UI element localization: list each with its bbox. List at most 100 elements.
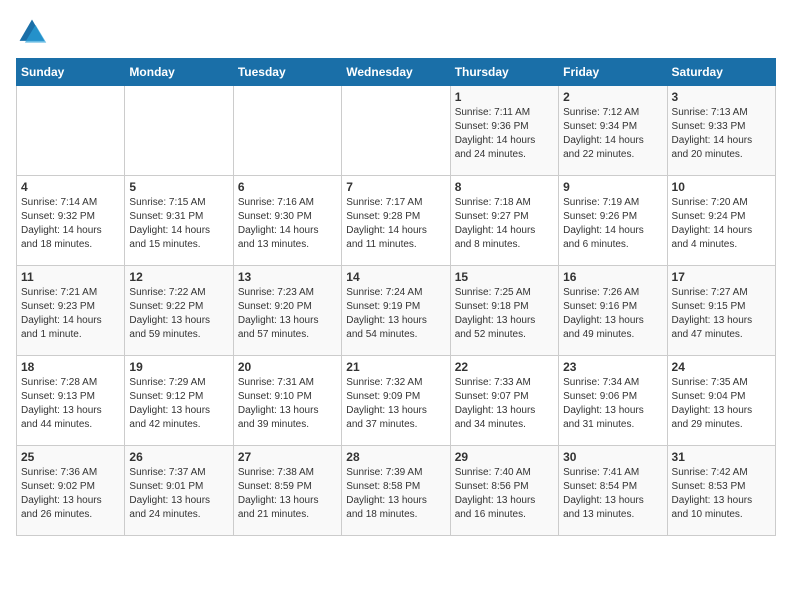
calendar-table: SundayMondayTuesdayWednesdayThursdayFrid… [16, 58, 776, 536]
day-number: 7 [346, 180, 445, 194]
calendar-day-cell: 1Sunrise: 7:11 AM Sunset: 9:36 PM Daylig… [450, 86, 558, 176]
day-number: 20 [238, 360, 337, 374]
day-content: Sunrise: 7:25 AM Sunset: 9:18 PM Dayligh… [455, 286, 554, 342]
day-content: Sunrise: 7:32 AM Sunset: 9:09 PM Dayligh… [346, 376, 445, 432]
column-header-saturday: Saturday [667, 59, 775, 86]
day-content: Sunrise: 7:41 AM Sunset: 8:54 PM Dayligh… [563, 466, 662, 522]
calendar-day-cell: 15 Sunrise: 7:25 AM Sunset: 9:18 PM Dayli… [450, 266, 558, 356]
day-content: Sunrise: 7:14 AM Sunset: 9:32 PM Dayligh… [21, 196, 120, 252]
day-content: Sunrise: 7:22 AM Sunset: 9:22 PM Dayligh… [129, 286, 228, 342]
column-header-thursday: Thursday [450, 59, 558, 86]
day-content: Sunrise: 7:11 AM Sunset: 9:36 PM Dayligh… [455, 106, 554, 162]
calendar-day-cell: 19 Sunrise: 7:29 AM Sunset: 9:12 PM Dayli… [125, 356, 233, 446]
logo [16, 16, 52, 48]
day-number: 27 [238, 450, 337, 464]
day-number: 4 [21, 180, 120, 194]
calendar-header-row: SundayMondayTuesdayWednesdayThursdayFrid… [17, 59, 776, 86]
calendar-day-cell: 12 Sunrise: 7:22 AM Sunset: 9:22 PM Dayli… [125, 266, 233, 356]
day-content: Sunrise: 7:38 AM Sunset: 8:59 PM Dayligh… [238, 466, 337, 522]
day-number: 11 [21, 270, 120, 284]
calendar-day-cell: 31 Sunrise: 7:42 AM Sunset: 8:53 PM Dayli… [667, 446, 775, 536]
day-number: 26 [129, 450, 228, 464]
day-content: Sunrise: 7:29 AM Sunset: 9:12 PM Dayligh… [129, 376, 228, 432]
column-header-tuesday: Tuesday [233, 59, 341, 86]
day-content: Sunrise: 7:26 AM Sunset: 9:16 PM Dayligh… [563, 286, 662, 342]
day-number: 18 [21, 360, 120, 374]
page-header [16, 16, 776, 48]
day-number: 5 [129, 180, 228, 194]
calendar-day-cell: 7 Sunrise: 7:17 AM Sunset: 9:28 PM Daylig… [342, 176, 450, 266]
day-content: Sunrise: 7:35 AM Sunset: 9:04 PM Dayligh… [672, 376, 771, 432]
day-content: Sunrise: 7:21 AM Sunset: 9:23 PM Dayligh… [21, 286, 120, 342]
calendar-day-cell [233, 86, 341, 176]
calendar-day-cell: 5 Sunrise: 7:15 AM Sunset: 9:31 PM Daylig… [125, 176, 233, 266]
calendar-day-cell: 18 Sunrise: 7:28 AM Sunset: 9:13 PM Dayli… [17, 356, 125, 446]
day-number: 14 [346, 270, 445, 284]
day-number: 10 [672, 180, 771, 194]
day-content: Sunrise: 7:34 AM Sunset: 9:06 PM Dayligh… [563, 376, 662, 432]
calendar-day-cell: 16 Sunrise: 7:26 AM Sunset: 9:16 PM Dayli… [559, 266, 667, 356]
day-number: 30 [563, 450, 662, 464]
day-number: 12 [129, 270, 228, 284]
calendar-day-cell: 17 Sunrise: 7:27 AM Sunset: 9:15 PM Dayli… [667, 266, 775, 356]
calendar-day-cell: 10 Sunrise: 7:20 AM Sunset: 9:24 PM Dayli… [667, 176, 775, 266]
day-number: 16 [563, 270, 662, 284]
calendar-week-row: 25 Sunrise: 7:36 AM Sunset: 9:02 PM Dayli… [17, 446, 776, 536]
day-content: Sunrise: 7:36 AM Sunset: 9:02 PM Dayligh… [21, 466, 120, 522]
day-content: Sunrise: 7:23 AM Sunset: 9:20 PM Dayligh… [238, 286, 337, 342]
day-content: Sunrise: 7:40 AM Sunset: 8:56 PM Dayligh… [455, 466, 554, 522]
day-number: 23 [563, 360, 662, 374]
calendar-day-cell: 6Sunrise: 7:16 AM Sunset: 9:30 PM Daylig… [233, 176, 341, 266]
day-number: 2 [563, 90, 662, 104]
calendar-week-row: 18 Sunrise: 7:28 AM Sunset: 9:13 PM Dayli… [17, 356, 776, 446]
calendar-day-cell: 28 Sunrise: 7:39 AM Sunset: 8:58 PM Dayli… [342, 446, 450, 536]
day-content: Sunrise: 7:39 AM Sunset: 8:58 PM Dayligh… [346, 466, 445, 522]
day-number: 21 [346, 360, 445, 374]
day-number: 9 [563, 180, 662, 194]
column-header-sunday: Sunday [17, 59, 125, 86]
day-content: Sunrise: 7:12 AM Sunset: 9:34 PM Dayligh… [563, 106, 662, 162]
calendar-day-cell: 26 Sunrise: 7:37 AM Sunset: 9:01 PM Dayli… [125, 446, 233, 536]
calendar-week-row: 1Sunrise: 7:11 AM Sunset: 9:36 PM Daylig… [17, 86, 776, 176]
day-content: Sunrise: 7:37 AM Sunset: 9:01 PM Dayligh… [129, 466, 228, 522]
calendar-day-cell: 23 Sunrise: 7:34 AM Sunset: 9:06 PM Dayli… [559, 356, 667, 446]
day-number: 17 [672, 270, 771, 284]
calendar-day-cell: 14 Sunrise: 7:24 AM Sunset: 9:19 PM Dayli… [342, 266, 450, 356]
calendar-day-cell: 30 Sunrise: 7:41 AM Sunset: 8:54 PM Dayli… [559, 446, 667, 536]
day-content: Sunrise: 7:15 AM Sunset: 9:31 PM Dayligh… [129, 196, 228, 252]
calendar-week-row: 11 Sunrise: 7:21 AM Sunset: 9:23 PM Dayli… [17, 266, 776, 356]
calendar-day-cell: 27 Sunrise: 7:38 AM Sunset: 8:59 PM Dayli… [233, 446, 341, 536]
calendar-week-row: 4 Sunrise: 7:14 AM Sunset: 9:32 PM Daylig… [17, 176, 776, 266]
column-header-friday: Friday [559, 59, 667, 86]
column-header-wednesday: Wednesday [342, 59, 450, 86]
calendar-day-cell: 25 Sunrise: 7:36 AM Sunset: 9:02 PM Dayli… [17, 446, 125, 536]
day-number: 15 [455, 270, 554, 284]
calendar-day-cell: 20 Sunrise: 7:31 AM Sunset: 9:10 PM Dayli… [233, 356, 341, 446]
calendar-day-cell: 8 Sunrise: 7:18 AM Sunset: 9:27 PM Daylig… [450, 176, 558, 266]
day-number: 13 [238, 270, 337, 284]
column-header-monday: Monday [125, 59, 233, 86]
calendar-day-cell [342, 86, 450, 176]
day-number: 25 [21, 450, 120, 464]
day-number: 28 [346, 450, 445, 464]
day-number: 31 [672, 450, 771, 464]
day-content: Sunrise: 7:27 AM Sunset: 9:15 PM Dayligh… [672, 286, 771, 342]
calendar-day-cell: 13 Sunrise: 7:23 AM Sunset: 9:20 PM Dayli… [233, 266, 341, 356]
calendar-day-cell: 11 Sunrise: 7:21 AM Sunset: 9:23 PM Dayli… [17, 266, 125, 356]
day-content: Sunrise: 7:19 AM Sunset: 9:26 PM Dayligh… [563, 196, 662, 252]
day-content: Sunrise: 7:20 AM Sunset: 9:24 PM Dayligh… [672, 196, 771, 252]
day-content: Sunrise: 7:28 AM Sunset: 9:13 PM Dayligh… [21, 376, 120, 432]
day-content: Sunrise: 7:16 AM Sunset: 9:30 PM Dayligh… [238, 196, 337, 252]
calendar-day-cell [17, 86, 125, 176]
day-content: Sunrise: 7:17 AM Sunset: 9:28 PM Dayligh… [346, 196, 445, 252]
day-number: 8 [455, 180, 554, 194]
day-content: Sunrise: 7:24 AM Sunset: 9:19 PM Dayligh… [346, 286, 445, 342]
day-content: Sunrise: 7:42 AM Sunset: 8:53 PM Dayligh… [672, 466, 771, 522]
calendar-day-cell: 2 Sunrise: 7:12 AM Sunset: 9:34 PM Daylig… [559, 86, 667, 176]
day-number: 19 [129, 360, 228, 374]
calendar-day-cell: 9 Sunrise: 7:19 AM Sunset: 9:26 PM Daylig… [559, 176, 667, 266]
day-content: Sunrise: 7:31 AM Sunset: 9:10 PM Dayligh… [238, 376, 337, 432]
calendar-day-cell: 22Sunrise: 7:33 AM Sunset: 9:07 PM Dayli… [450, 356, 558, 446]
day-number: 29 [455, 450, 554, 464]
day-content: Sunrise: 7:18 AM Sunset: 9:27 PM Dayligh… [455, 196, 554, 252]
